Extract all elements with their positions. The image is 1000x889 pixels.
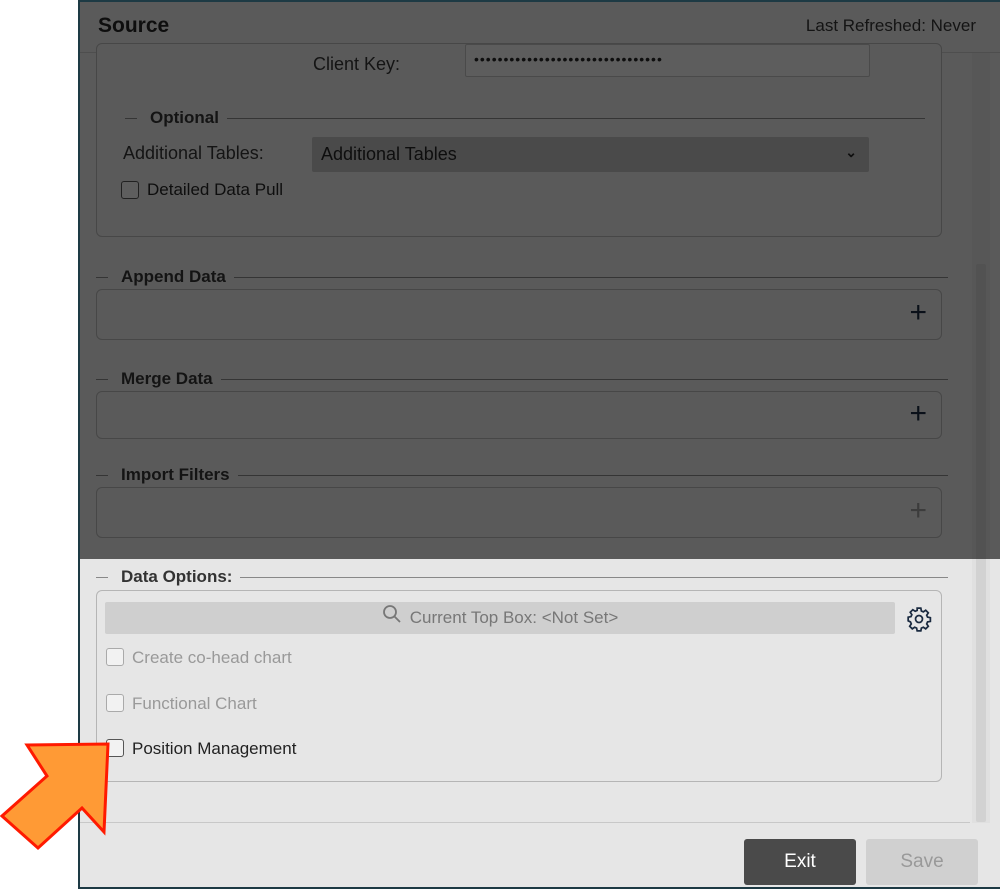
client-key-label: Client Key: (313, 54, 401, 74)
optional-legend-text: Optional (150, 108, 227, 128)
highlight-arrow-icon (0, 742, 110, 851)
additional-tables-value: Additional Tables (321, 144, 457, 164)
functional-chart-checkbox[interactable] (106, 694, 124, 712)
source-dialog: Source Last Refreshed: Never Client Key:… (78, 0, 1000, 889)
data-options-box: Current Top Box: <Not Set> Create co-hea… (96, 590, 942, 782)
create-co-head-chart-checkbox[interactable] (106, 648, 124, 666)
add-merge-data-button[interactable]: + (909, 399, 927, 429)
dialog-title: Source (98, 14, 170, 37)
search-icon (382, 603, 402, 635)
last-refreshed: Last Refreshed: Never (805, 16, 976, 35)
append-data-legend-text: Append Data (121, 267, 234, 287)
functional-chart-label: Functional Chart (132, 694, 257, 713)
create-co-head-chart-label: Create co-head chart (132, 648, 292, 667)
additional-tables-select[interactable]: Additional Tables ⌄ (312, 137, 869, 172)
merge-data-box: + (96, 391, 942, 439)
gear-icon[interactable] (906, 606, 932, 637)
position-management-label: Position Management (132, 739, 297, 758)
data-options-legend-text: Data Options: (121, 567, 241, 587)
import-filters-legend-text: Import Filters (121, 465, 238, 485)
save-button[interactable]: Save (866, 839, 978, 885)
add-import-filter-button[interactable]: + (909, 496, 927, 526)
detailed-data-pull-checkbox[interactable] (121, 181, 139, 199)
detailed-data-pull-label: Detailed Data Pull (147, 180, 284, 199)
data-options-legend: Data Options: (96, 567, 948, 587)
exit-button[interactable]: Exit (744, 839, 856, 885)
append-data-box: + (96, 289, 942, 340)
chevron-down-icon: ⌄ (845, 144, 857, 160)
dialog-content: Client Key: ••••••••••••••••••••••••••••… (80, 43, 970, 823)
import-filters-legend: Import Filters (96, 465, 948, 485)
scrollbar-thumb[interactable] (976, 264, 986, 822)
merge-data-legend: Merge Data (96, 369, 948, 389)
import-filters-box: + (96, 487, 942, 538)
add-append-data-button[interactable]: + (909, 298, 927, 328)
optional-legend: Optional (125, 108, 925, 128)
merge-data-legend-text: Merge Data (121, 369, 221, 389)
top-box-search[interactable]: Current Top Box: <Not Set> (105, 602, 895, 634)
additional-tables-label: Additional Tables: (123, 143, 264, 163)
connection-box: Client Key: ••••••••••••••••••••••••••••… (96, 43, 942, 237)
top-box-text: Current Top Box: <Not Set> (409, 608, 619, 627)
append-data-legend: Append Data (96, 267, 948, 287)
client-key-input[interactable]: •••••••••••••••••••••••••••••••• (465, 44, 870, 77)
